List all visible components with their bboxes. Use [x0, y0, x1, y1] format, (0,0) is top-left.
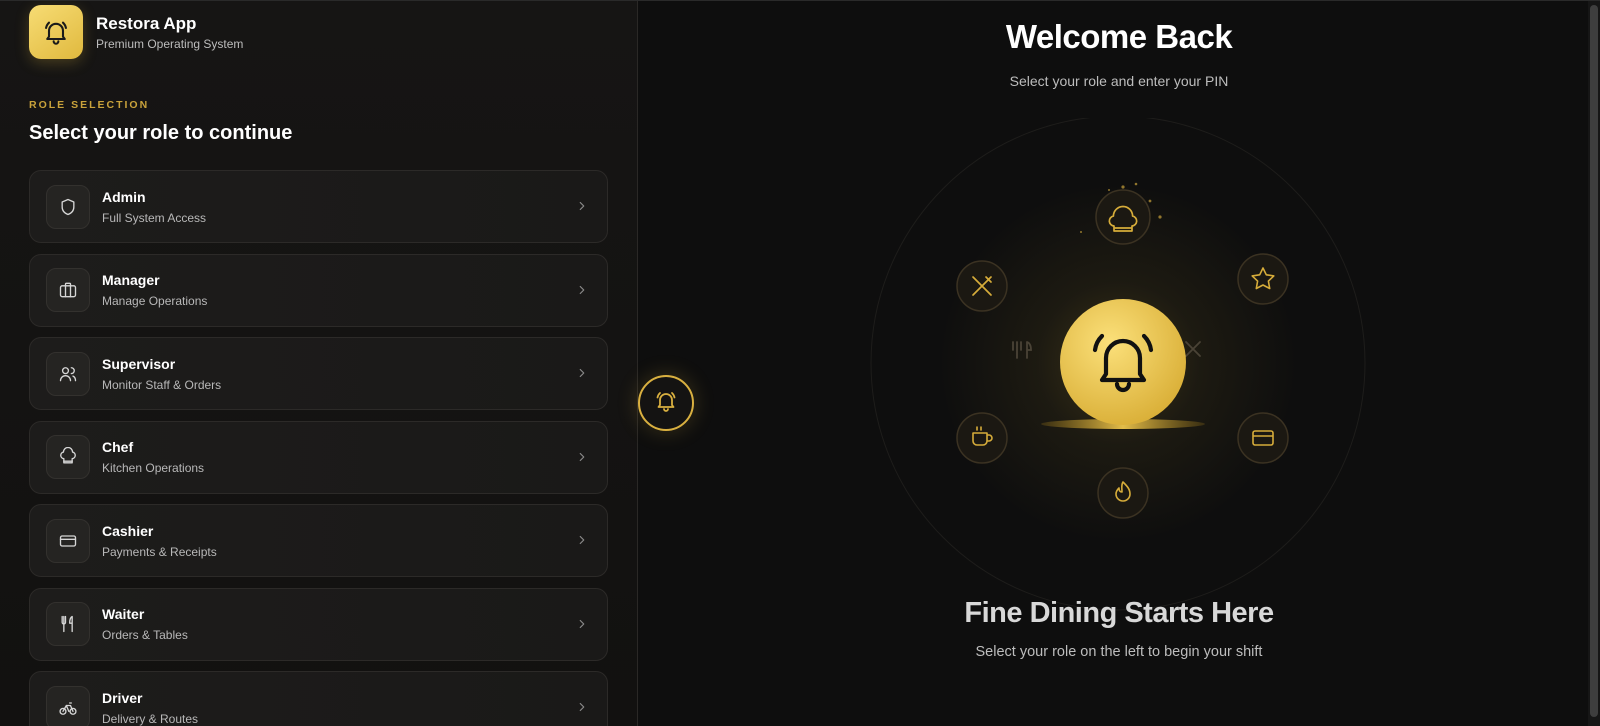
- chef-hat-icon: [1095, 189, 1151, 245]
- role-description: Payments & Receipts: [102, 544, 217, 559]
- star-icon: [1237, 253, 1289, 305]
- bicycle-icon: [46, 685, 90, 726]
- bell-icon: [29, 5, 83, 59]
- role-card-waiter[interactable]: Waiter Orders & Tables: [29, 587, 608, 661]
- chevron-right-icon: [575, 617, 589, 636]
- role-name: Cashier: [102, 522, 154, 539]
- chevron-right-icon: [575, 450, 589, 469]
- tagline-subtitle: Select your role on the left to begin yo…: [975, 644, 1263, 660]
- role-name: Manager: [102, 272, 160, 288]
- role-card-supervisor[interactable]: Supervisor Monitor Staff & Orders: [29, 337, 608, 410]
- flame-icon: [1097, 467, 1149, 519]
- chevron-right-icon: [575, 283, 589, 302]
- welcome-subtitle: Select your role and enter your PIN: [1009, 73, 1229, 89]
- coffee-cup-icon: [956, 412, 1008, 464]
- role-description: Monitor Staff & Orders: [102, 377, 222, 392]
- app-root: Restora App Premium Operating System ROL…: [0, 0, 1600, 726]
- briefcase-icon: [46, 268, 90, 312]
- section-eyebrow: ROLE SELECTION: [29, 99, 150, 111]
- chevron-right-icon: [575, 533, 589, 552]
- chevron-right-icon: [575, 199, 589, 218]
- scrollbar[interactable]: [1588, 1, 1600, 726]
- role-list: Admin Full System Access Manager Manage …: [29, 170, 608, 726]
- chef-hat-icon: [46, 435, 90, 479]
- utensils-icon: [46, 602, 90, 646]
- role-description: Orders & Tables: [102, 628, 188, 642]
- role-card-driver[interactable]: Driver Delivery & Routes: [29, 671, 608, 726]
- role-name: Admin: [102, 188, 146, 205]
- role-card-chef[interactable]: Chef Kitchen Operations: [29, 420, 608, 494]
- role-panel: Restora App Premium Operating System ROL…: [0, 1, 638, 726]
- brand-text: Restora App Premium Operating System: [96, 13, 243, 51]
- role-name: Chef: [102, 439, 134, 455]
- center-orb: [1060, 299, 1186, 425]
- tagline: Fine Dining Starts Here: [964, 597, 1274, 629]
- users-icon: [46, 351, 90, 396]
- role-card-cashier[interactable]: Cashier Payments & Receipts: [29, 504, 608, 577]
- brand-title: Restora App: [96, 14, 197, 33]
- hero-illustration: [868, 115, 1368, 618]
- credit-card-icon: [1237, 412, 1289, 464]
- role-description: Kitchen Operations: [102, 461, 205, 475]
- brand-header: Restora App Premium Operating System: [29, 5, 243, 59]
- role-description: Manage Operations: [102, 294, 208, 308]
- role-card-admin[interactable]: Admin Full System Access: [29, 170, 608, 243]
- role-description: Delivery & Routes: [102, 711, 199, 726]
- bell-toggle-button[interactable]: [638, 375, 694, 431]
- welcome-title: Welcome Back: [1005, 18, 1233, 55]
- role-description: Full System Access: [102, 210, 207, 225]
- shield-icon: [46, 184, 90, 229]
- scrollbar-thumb[interactable]: [1590, 5, 1598, 717]
- chevron-right-icon: [575, 700, 589, 719]
- role-name: Supervisor: [102, 355, 176, 372]
- role-card-manager[interactable]: Manager Manage Operations: [29, 253, 608, 327]
- bell-icon: [654, 389, 678, 418]
- credit-card-icon: [46, 518, 90, 563]
- section-heading: Select your role to continue: [29, 122, 293, 144]
- chevron-right-icon: [575, 366, 589, 385]
- role-name: Driver: [102, 689, 143, 706]
- role-name: Waiter: [102, 606, 145, 622]
- cutlery-cross-icon: [956, 260, 1008, 312]
- welcome-panel: Welcome Back Select your role and enter …: [638, 1, 1600, 726]
- brand-subtitle: Premium Operating System: [96, 37, 244, 51]
